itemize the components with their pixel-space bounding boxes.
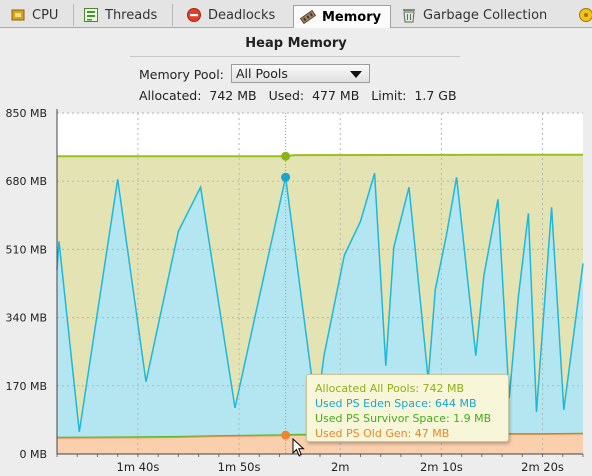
allocated-hover-point <box>281 151 291 161</box>
x-tick-label: 1m 40s <box>117 460 160 474</box>
x-tick-label: 2m <box>331 460 350 474</box>
tooltip-old: Used PS Old Gen: 47 MB <box>315 427 450 440</box>
y-tick-label: 850 MB <box>5 107 47 120</box>
y-tick-label: 340 MB <box>5 312 47 325</box>
chart-tooltip: Allocated All Pools: 742 MB Used PS Eden… <box>306 374 509 442</box>
x-tick-label: 1m 50s <box>218 460 261 474</box>
y-tick-label: 680 MB <box>5 175 47 188</box>
tooltip-eden: Used PS Eden Space: 644 MB <box>315 397 477 410</box>
y-tick-label: 170 MB <box>5 380 47 393</box>
x-tick-label: 2m 20s <box>521 460 564 474</box>
y-tick-label: 510 MB <box>5 243 47 256</box>
tooltip-allocated: Allocated All Pools: 742 MB <box>315 382 465 395</box>
y-tick-label: 0 MB <box>19 448 47 461</box>
mouse-cursor-icon <box>292 438 305 457</box>
eden-hover-point <box>281 172 291 182</box>
tooltip-survivor: Used PS Survivor Space: 1.9 MB <box>315 412 492 425</box>
x-tick-label: 2m 10s <box>420 460 463 474</box>
old-gen-hover-point <box>281 430 291 440</box>
